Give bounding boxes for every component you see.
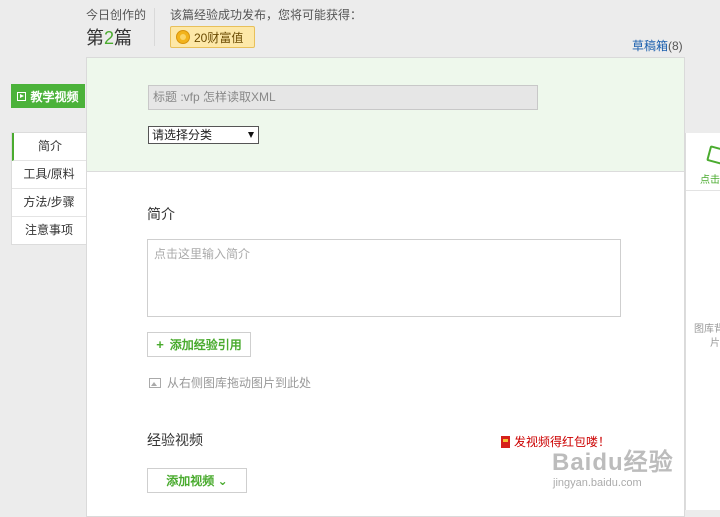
- image-library-panel: 点击 图库背 片: [685, 133, 720, 510]
- reward-badge: 20财富值: [170, 26, 255, 48]
- play-icon: [17, 91, 27, 101]
- red-packet-icon: [501, 435, 510, 448]
- video-tutorial-button[interactable]: 教学视频: [11, 84, 85, 108]
- publish-reward-hint: 该篇经验成功发布，您将可能获得：: [170, 8, 363, 22]
- image-upload-icon: [706, 145, 720, 165]
- nav-item-tools[interactable]: 工具/原料: [12, 161, 86, 189]
- category-select[interactable]: 请选择分类: [148, 126, 259, 144]
- header-divider: [154, 8, 155, 46]
- coin-icon: [176, 30, 190, 44]
- dropdown-arrow-icon: [248, 132, 254, 138]
- title-input[interactable]: 标题 :vfp 怎样读取XML: [148, 85, 538, 110]
- library-hint: 图库背: [694, 324, 720, 335]
- title-section: 标题 :vfp 怎样读取XML 请选择分类: [87, 58, 684, 172]
- intro-textarea[interactable]: 点击这里输入简介: [147, 239, 621, 317]
- drafts-label[interactable]: 草稿箱: [632, 39, 668, 53]
- drafts-link[interactable]: 草稿箱(8): [632, 37, 683, 54]
- today-created-label: 今日创作的: [86, 8, 147, 22]
- today-count: 第2篇: [86, 24, 132, 50]
- video-tutorial-label: 教学视频: [30, 89, 79, 104]
- image-icon: [149, 377, 161, 388]
- upload-image-tab[interactable]: 点击: [686, 133, 720, 191]
- plus-icon: +: [156, 337, 164, 352]
- side-nav: 简介 工具/原料 方法/步骤 注意事项: [11, 132, 86, 245]
- drag-hint-text: 从右侧图库拖动图片到此处: [167, 376, 312, 390]
- upload-label: 点击: [700, 175, 720, 186]
- nav-item-steps[interactable]: 方法/步骤: [12, 189, 86, 217]
- count-number: 2: [104, 28, 115, 48]
- intro-placeholder: 点击这里输入简介: [154, 247, 251, 261]
- count-prefix: 第: [86, 28, 104, 48]
- add-reference-label: 添加经验引用: [169, 338, 242, 352]
- video-heading: 经验视频: [147, 432, 203, 448]
- library-hint-2: 片: [710, 338, 720, 349]
- nav-item-intro[interactable]: 简介: [12, 133, 86, 161]
- intro-heading: 简介: [147, 206, 175, 222]
- baidu-watermark-url: jingyan.baidu.com: [553, 477, 642, 489]
- nav-item-notes[interactable]: 注意事项: [12, 217, 86, 244]
- category-select-value: 请选择分类: [152, 128, 213, 142]
- drag-image-hint: 从右侧图库拖动图片到此处: [149, 374, 311, 391]
- drafts-count: (8): [668, 39, 683, 53]
- add-reference-button[interactable]: + 添加经验引用: [147, 332, 251, 357]
- add-video-button[interactable]: 添加视频 ⌄: [147, 468, 247, 493]
- baidu-watermark-logo: Baidu经验: [552, 449, 674, 476]
- reward-text: 20财富值: [194, 30, 244, 45]
- count-suffix: 篇: [114, 28, 133, 48]
